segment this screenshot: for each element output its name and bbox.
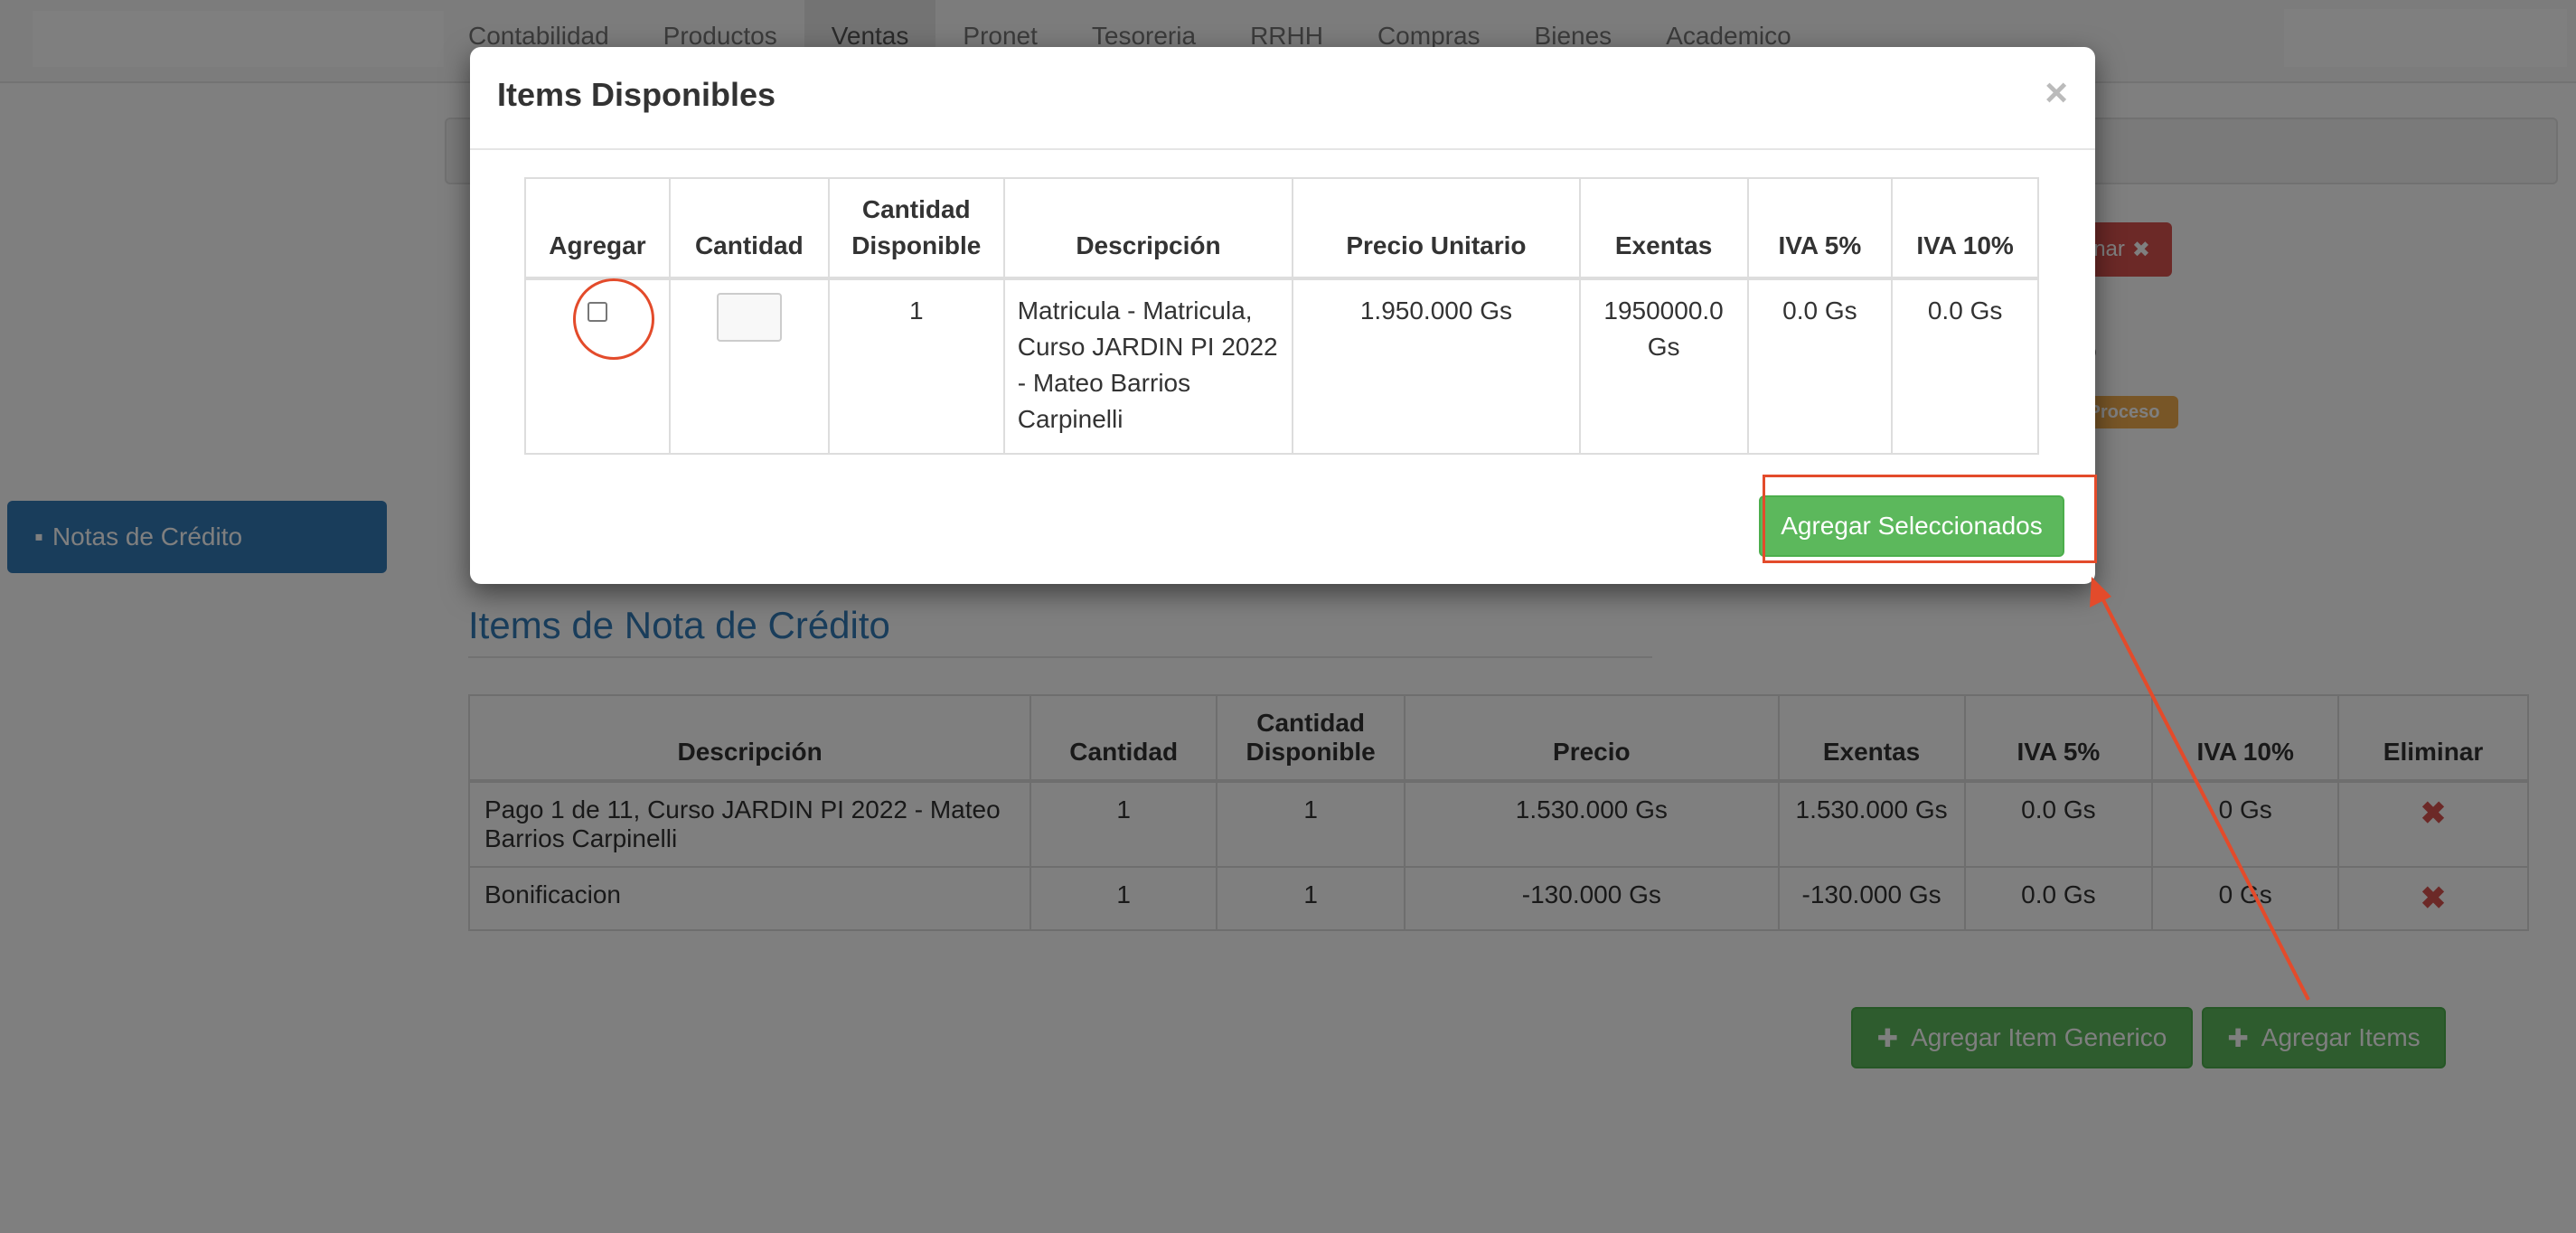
column-header: Cantidad — [668, 177, 830, 280]
cell-disponible: 1 — [827, 278, 1005, 455]
cell-exentas: 1950000.0 Gs — [1578, 278, 1749, 455]
modal-header: Items Disponibles × — [470, 47, 2095, 150]
cell-iva10: 0.0 Gs — [1891, 278, 2039, 455]
column-header: Cantidad Disponible — [827, 177, 1005, 280]
column-header: Precio Unitario — [1292, 177, 1581, 280]
cantidad-input[interactable] — [716, 293, 782, 342]
column-header: Agregar — [524, 177, 671, 280]
column-header: IVA 5% — [1746, 177, 1894, 280]
column-header: Descripción — [1002, 177, 1294, 280]
table-header-row: Agregar Cantidad Cantidad Disponible Des… — [524, 177, 2039, 280]
cell-precio: 1.950.000 Gs — [1292, 278, 1581, 455]
annotation-circle — [573, 278, 654, 360]
items-disponibles-table: Agregar Cantidad Cantidad Disponible Des… — [524, 177, 2039, 455]
cell-iva5: 0.0 Gs — [1746, 278, 1894, 455]
table-row: 1 Matricula - Matricula, Curso JARDIN PI… — [524, 278, 2039, 455]
cell-descripcion: Matricula - Matricula, Curso JARDIN PI 2… — [1002, 278, 1294, 455]
column-header: IVA 10% — [1891, 177, 2039, 280]
annotation-rectangle — [1763, 475, 2097, 563]
column-header: Exentas — [1578, 177, 1749, 280]
cell-cantidad — [668, 278, 830, 455]
modal-title: Items Disponibles — [497, 76, 776, 113]
close-icon[interactable]: × — [2045, 71, 2068, 116]
